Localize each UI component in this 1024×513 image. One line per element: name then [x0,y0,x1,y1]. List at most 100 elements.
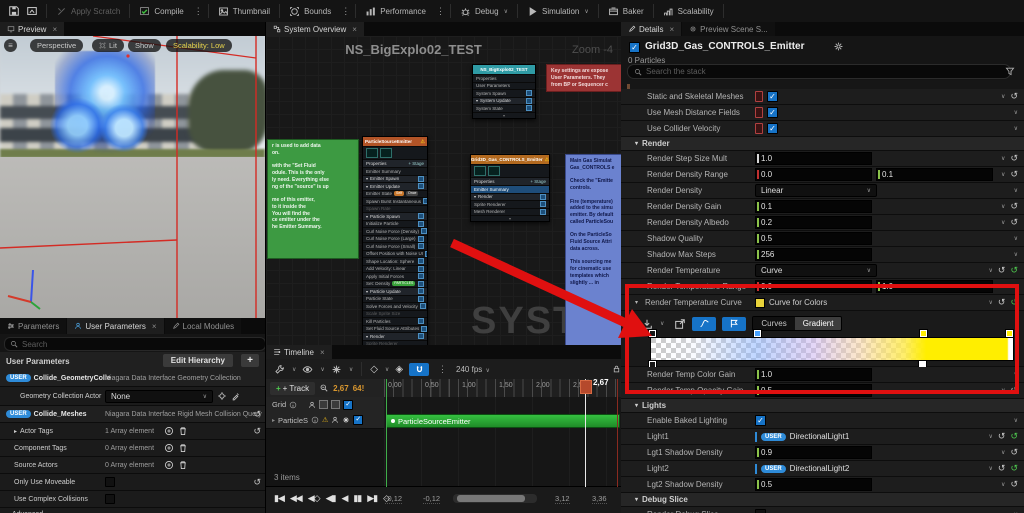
playhead-marker[interactable] [580,380,592,394]
transport-button-4[interactable]: ◀ [341,493,348,504]
chevron-down-icon[interactable]: ∨ [1014,109,1018,116]
add-parameter-button[interactable]: + [241,354,259,367]
property-checkbox[interactable]: ✓ [755,415,766,426]
node-row-checkbox[interactable] [418,265,424,272]
node-row-spawn-burst-instantaneous[interactable]: Spawn Burst Instantaneous [363,197,427,205]
reset-to-default-icon[interactable]: ↺ [1010,298,1018,307]
node-row-checkbox[interactable] [421,228,427,235]
tab-local-modules[interactable]: Local Modules [164,318,242,334]
node-row-checkbox[interactable] [418,183,424,190]
node-footer[interactable]: ▾ [473,111,535,118]
chevron-down-icon[interactable]: ∨ [1001,155,1005,162]
reset-icon[interactable]: ↺ [1010,202,1018,211]
node-row-checkbox[interactable] [418,333,424,340]
node-row-system-spawn[interactable]: System Spawn [473,89,535,97]
frame-current[interactable]: 64! [353,384,365,393]
reset-icon[interactable]: ↺ [253,426,261,436]
reset-icon[interactable]: ↺ [1010,92,1018,101]
save-icon[interactable] [8,5,20,17]
transport-button-1[interactable]: ◀◀ [290,493,303,504]
scalability-low-button[interactable]: Scalability: Low [166,39,232,52]
node-row-checkbox[interactable] [421,325,427,332]
expander-triangle-icon[interactable]: ▾ [635,496,638,503]
node-row-offset-position-with-noise-ui[interactable]: Offset Position with Noise UI [363,249,427,257]
node-row-add-velocity-linear[interactable]: Add Velocity: Linear [363,264,427,272]
reset-icon[interactable]: ↺ [1010,448,1018,457]
trash-icon[interactable] [178,426,188,436]
param-row-use-complex-collisions[interactable]: Use Complex Collisions [0,491,265,508]
open-in-curve-editor-icon[interactable] [674,318,686,330]
chevron-down-icon[interactable]: ∨ [1001,203,1005,210]
sticky-note-green[interactable]: r is used to add data on. with the "Set … [267,139,359,259]
section-render[interactable]: ▾ Render [621,137,1024,151]
preview-viewport[interactable]: ≡ Perspective Lit Show Scalability: Low [0,36,265,318]
expander-triangle-icon[interactable]: ▾ [635,140,638,147]
node-row-checkbox[interactable] [540,193,546,200]
chevron-down-icon[interactable]: ∨ [1014,371,1018,378]
node-row-sprite-renderer[interactable]: Sprite Renderer [471,200,549,208]
node-row-checkbox[interactable] [418,175,424,182]
extrapolation-button[interactable] [722,316,747,331]
node-row-checkbox[interactable] [540,201,546,208]
import-curve-icon[interactable] [641,318,653,330]
param-row-geometry-collection-actor[interactable]: Geometry Collection Actor None ∨ [0,387,265,406]
graph-canvas[interactable]: NS_BigExplo02_TEST Zoom -4 SYSTEM Key se… [266,36,621,345]
number-input[interactable]: 0.2 [755,216,872,229]
reset-to-default-icon[interactable]: ↺ [1010,464,1018,473]
reset-icon[interactable]: ↺ [998,298,1006,307]
node-row-curl-noise-force-large[interactable]: Curl Noise Force (Large) [363,234,427,242]
param-row-component-tags[interactable]: Component Tags 0 Array element [0,440,265,457]
number-input-min[interactable]: 0.0 [755,168,872,181]
transport-button-3[interactable]: ◀▮ [326,493,337,504]
param-row-actor-tags[interactable]: ▸ Actor Tags 1 Array element ↺ [0,423,265,440]
number-input-max[interactable]: 1.0 [876,280,993,293]
node-row-checkbox[interactable] [418,243,424,250]
node-row-initialize-particle[interactable]: Initialize Particle [363,219,427,227]
number-input[interactable]: 0.5 [755,478,872,491]
range-scrollbar[interactable] [453,494,537,503]
node-row-emitter-summary[interactable]: Emitter Summary [363,167,427,175]
particle-source-emitter-node[interactable]: ParticleSourceEmitter ⚠ Properties + Stage E… [362,136,428,345]
node-row-render[interactable]: ▾ Render [471,192,549,200]
lock-icon[interactable] [612,364,621,374]
reset-icon[interactable]: ↺ [998,464,1006,473]
chevron-down-icon[interactable]: ∨ [1014,283,1018,290]
chevron-down-icon[interactable]: ∨ [1014,187,1018,194]
number-input-max[interactable]: 0.1 [876,168,993,181]
node-row-checkbox[interactable] [526,90,532,97]
number-input[interactable]: 256 [755,248,872,261]
node-header[interactable]: ParticleSourceEmitter ⚠ [363,137,427,146]
node-row-shape-location-sphere[interactable]: Shape Location: Sphere [363,257,427,265]
tab-timeline[interactable]: Timeline × [266,345,332,359]
transport-button-5[interactable]: ▮▮ [353,493,362,504]
property-checkbox[interactable]: ✓ [767,123,778,134]
property-checkbox[interactable]: ✓ [767,107,778,118]
track-filter-icon[interactable] [319,383,329,393]
number-input[interactable]: 0.5 [755,232,872,245]
node-row-checkbox[interactable] [418,288,424,295]
node-row-checkbox[interactable] [418,235,424,242]
simulation-button[interactable]: Simulation ∨ [520,0,596,22]
compile-button[interactable]: Compile [132,0,190,22]
node-row-checkbox[interactable] [526,105,532,112]
node-row-checkbox[interactable] [418,318,424,325]
node-header[interactable]: Grid3D_Gas_CONTROLS_Emitter ⚠ [471,155,549,164]
node-row-solve-forces-and-velocity[interactable]: Solve Forces and Velocity [363,302,427,310]
node-row-spawn-rate[interactable]: Spawn Rate [363,204,427,212]
param-checkbox[interactable] [105,477,115,487]
emitter-settings-gear-icon[interactable] [833,41,844,52]
node-row-user-parameters[interactable]: User Parameters [473,81,535,89]
range-view-end-label[interactable]: 3,12 [555,494,570,504]
tab-preview-scene-settings[interactable]: Preview Scene S... [682,22,775,36]
number-input[interactable]: 0.1 [755,200,872,213]
performance-button[interactable]: Performance [358,0,433,22]
track-particles-header[interactable]: ▸ ParticleS ⚠ ✓ [266,412,390,429]
node-row-checkbox[interactable] [418,295,424,302]
chevron-down-icon[interactable]: ∨ [1001,481,1005,488]
node-properties-row[interactable]: Properties + Stage [363,159,427,167]
baker-button[interactable]: Baker [601,0,651,22]
node-row-curl-noise-force-small[interactable]: Curl Noise Force (Small) [363,242,427,250]
track-particles-checkbox[interactable]: ✓ [353,415,364,425]
thumbnail-button[interactable]: Thumbnail [211,0,277,22]
dropdown-render-density[interactable]: Linear ∨ [755,184,877,197]
